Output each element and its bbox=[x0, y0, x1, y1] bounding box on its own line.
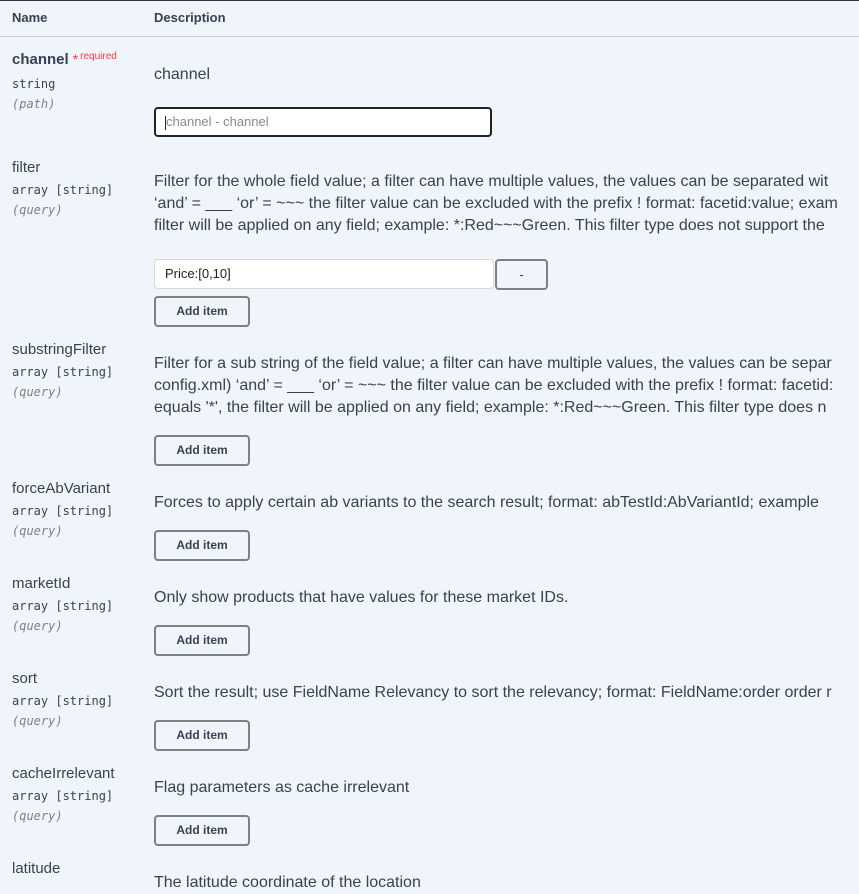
param-name: forceAbVariant bbox=[12, 480, 111, 497]
param-name: cacheIrrelevant bbox=[12, 765, 115, 782]
channel-input-placeholder: channel - channel bbox=[166, 114, 269, 129]
add-item-button[interactable]: Add item bbox=[154, 815, 250, 846]
description-line: ‘and’ = ___ ‘or’ = ~~~ the filter value … bbox=[154, 195, 838, 212]
param-type: array [string] bbox=[12, 694, 114, 708]
remove-item-button[interactable]: - bbox=[495, 259, 548, 290]
param-name-text: channel bbox=[12, 51, 69, 68]
top-border bbox=[0, 0, 859, 1]
param-in: (query) bbox=[12, 203, 63, 217]
add-item-button[interactable]: Add item bbox=[154, 530, 250, 561]
header-divider bbox=[0, 36, 859, 37]
param-in: (query) bbox=[12, 524, 63, 538]
param-type: array [string] bbox=[12, 504, 114, 518]
param-type: array [string] bbox=[12, 789, 114, 803]
param-name: marketId bbox=[12, 575, 71, 592]
param-description: Forces to apply certain ab variants to t… bbox=[154, 494, 819, 511]
channel-input[interactable]: channel - channel bbox=[154, 107, 492, 137]
required-star: * bbox=[72, 51, 79, 67]
param-type: array [string] bbox=[12, 183, 114, 197]
param-in: (query) bbox=[12, 714, 63, 728]
filter-item-value: Price:[0,10] bbox=[165, 266, 231, 281]
param-name: channel * required bbox=[12, 51, 117, 68]
required-label: required bbox=[80, 51, 117, 62]
add-item-button[interactable]: Add item bbox=[154, 720, 250, 751]
param-name: substringFilter bbox=[12, 341, 107, 358]
description-line: config.xml) ‘and’ = ___ ‘or’ = ~~~ the f… bbox=[154, 377, 834, 394]
column-header-name: Name bbox=[12, 10, 48, 25]
param-type: string bbox=[12, 77, 56, 91]
add-item-button[interactable]: Add item bbox=[154, 296, 250, 327]
param-type: array [string] bbox=[12, 599, 114, 613]
param-description: The latitude coordinate of the location bbox=[154, 874, 421, 891]
param-type: array [string] bbox=[12, 365, 114, 379]
param-name: latitude bbox=[12, 860, 61, 877]
description-line: Filter for a sub string of the field val… bbox=[154, 355, 832, 372]
param-in: (query) bbox=[12, 619, 63, 633]
param-in: (path) bbox=[12, 97, 56, 111]
column-header-description: Description bbox=[154, 10, 226, 25]
param-description: channel bbox=[154, 66, 211, 83]
param-description: Sort the result; use FieldName Relevancy… bbox=[154, 684, 832, 701]
description-line: equals '*', the filter will be applied o… bbox=[154, 399, 827, 416]
add-item-button[interactable]: Add item bbox=[154, 435, 250, 466]
param-in: (query) bbox=[12, 809, 63, 823]
description-line: Filter for the whole field value; a filt… bbox=[154, 173, 829, 190]
param-name: sort bbox=[12, 670, 38, 687]
param-description: Only show products that have values for … bbox=[154, 589, 569, 606]
param-name: filter bbox=[12, 159, 41, 176]
param-description: Filter for a sub string of the field val… bbox=[154, 353, 859, 419]
description-line: filter will be applied on any field; exa… bbox=[154, 217, 825, 234]
param-in: (query) bbox=[12, 385, 63, 399]
add-item-button[interactable]: Add item bbox=[154, 625, 250, 656]
filter-item-input[interactable]: Price:[0,10] bbox=[154, 259, 494, 289]
param-description: Flag parameters as cache irrelevant bbox=[154, 779, 410, 796]
param-description: Filter for the whole field value; a filt… bbox=[154, 171, 859, 237]
